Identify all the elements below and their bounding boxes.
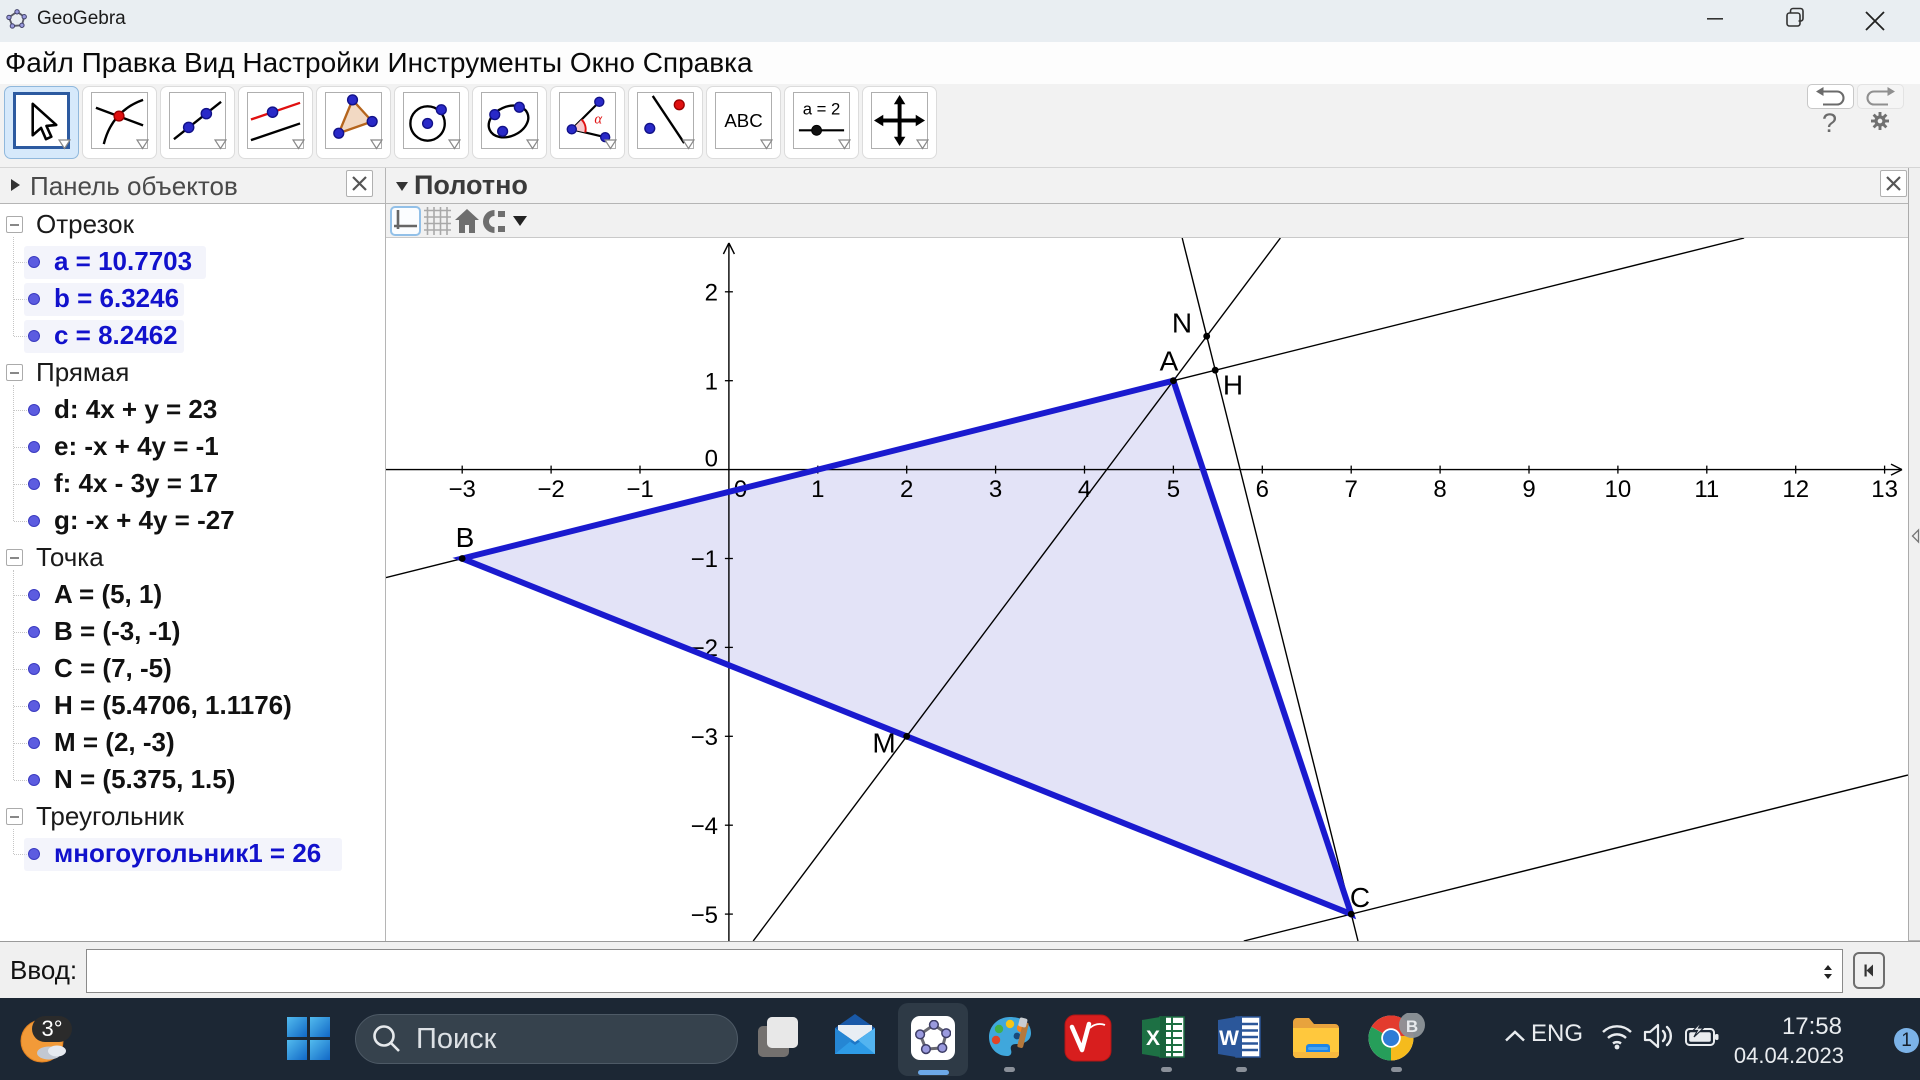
svg-text:A: A bbox=[1160, 346, 1179, 377]
svg-text:6: 6 bbox=[1256, 476, 1269, 503]
svg-text:3°: 3° bbox=[41, 1016, 62, 1041]
svg-text:3: 3 bbox=[989, 476, 1002, 503]
svg-text:B: B bbox=[456, 522, 475, 553]
svg-text:W: W bbox=[1219, 1027, 1239, 1050]
svg-text:−5: −5 bbox=[691, 902, 718, 929]
svg-text:a = 2: a = 2 bbox=[803, 100, 841, 119]
svg-text:B: B bbox=[1406, 1017, 1418, 1036]
svg-text:C: C bbox=[1350, 882, 1370, 913]
svg-text:M: M bbox=[872, 728, 895, 759]
svg-text:8: 8 bbox=[1433, 476, 1446, 503]
svg-text:12: 12 bbox=[1782, 476, 1809, 503]
svg-text:1: 1 bbox=[811, 476, 824, 503]
svg-text:−3: −3 bbox=[449, 476, 476, 503]
svg-text:H: H bbox=[1223, 370, 1243, 401]
svg-text:N: N bbox=[1172, 308, 1192, 339]
svg-text:10: 10 bbox=[1605, 476, 1632, 503]
svg-text:−1: −1 bbox=[626, 476, 653, 503]
svg-text:5: 5 bbox=[1167, 476, 1180, 503]
svg-text:2: 2 bbox=[900, 476, 913, 503]
svg-text:−3: −3 bbox=[691, 724, 718, 751]
svg-text:α: α bbox=[594, 111, 602, 127]
svg-text:0: 0 bbox=[705, 445, 718, 472]
svg-text:2: 2 bbox=[705, 280, 718, 307]
svg-text:X: X bbox=[1146, 1027, 1160, 1050]
svg-text:1: 1 bbox=[705, 368, 718, 395]
svg-text:−4: −4 bbox=[691, 813, 718, 840]
svg-text:9: 9 bbox=[1522, 476, 1535, 503]
svg-text:−2: −2 bbox=[537, 476, 564, 503]
svg-text:−1: −1 bbox=[691, 546, 718, 573]
svg-text:13: 13 bbox=[1871, 476, 1898, 503]
svg-text:7: 7 bbox=[1345, 476, 1358, 503]
svg-text:ABC: ABC bbox=[724, 110, 762, 131]
svg-text:11: 11 bbox=[1694, 476, 1719, 503]
